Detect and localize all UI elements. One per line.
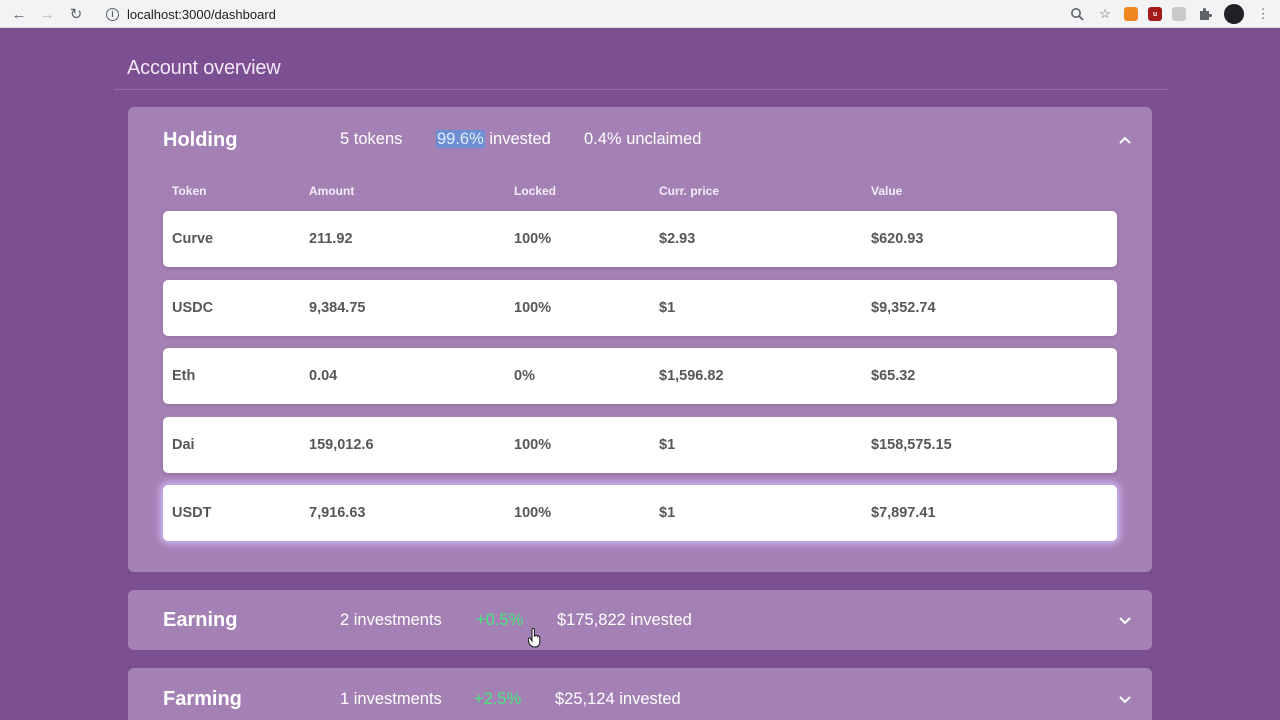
token-locked: 100%	[514, 300, 552, 316]
investment-count: 1 investments	[340, 690, 442, 708]
invested-stat: 99.6% invested	[436, 130, 551, 149]
change-percentage: +0.5%	[476, 611, 524, 629]
token-price: $1	[659, 437, 676, 453]
metamask-extension-icon[interactable]	[1124, 7, 1138, 21]
token-value: $9,352.74	[871, 300, 936, 316]
token-price: $1	[659, 300, 676, 316]
token-locked: 0%	[514, 368, 535, 384]
profile-avatar[interactable]	[1224, 4, 1244, 24]
ublock-extension-icon[interactable]: u	[1148, 7, 1162, 21]
table-row[interactable]: Curve 211.92 100% $2.93 $620.93	[163, 211, 1117, 267]
holding-panel-header[interactable]: Holding 5 tokens 99.6% invested 0.4% unc…	[128, 107, 1152, 171]
address-bar[interactable]: i localhost:3000/dashboard	[98, 3, 1100, 25]
token-name: USDC	[172, 300, 214, 316]
url-text: localhost:3000/dashboard	[127, 6, 276, 22]
chevron-down-icon[interactable]	[1118, 693, 1132, 707]
investment-count: 2 investments	[340, 611, 442, 629]
extensions-puzzle-icon[interactable]	[1196, 5, 1214, 23]
table-row[interactable]: Dai 159,012.6 100% $1 $158,575.15	[163, 417, 1117, 473]
reload-icon[interactable]: ↻	[62, 0, 90, 28]
token-price: $1,596.82	[659, 368, 724, 384]
column-header-value: Value	[871, 184, 903, 198]
token-count: 5 tokens	[340, 130, 403, 148]
invested-label: invested	[484, 130, 551, 148]
token-name: Dai	[172, 437, 195, 453]
token-price: $2.93	[659, 231, 696, 247]
page-title: Account overview	[127, 57, 281, 79]
token-value: $65.32	[871, 368, 916, 384]
token-locked: 100%	[514, 437, 552, 453]
earning-panel[interactable]: Earning 2 investments +0.5% $175,822 inv…	[128, 590, 1152, 650]
token-name: USDT	[172, 505, 212, 521]
holding-panel: Holding 5 tokens 99.6% invested 0.4% unc…	[128, 107, 1152, 572]
invested-percentage: 99.6%	[436, 130, 485, 148]
table-row[interactable]: USDC 9,384.75 100% $1 $9,352.74	[163, 280, 1117, 336]
token-value: $158,575.15	[871, 437, 952, 453]
column-header-amount: Amount	[309, 184, 355, 198]
change-percentage: +2.5%	[474, 690, 522, 708]
token-amount: 7,916.63	[309, 505, 366, 521]
token-price: $1	[659, 505, 676, 521]
table-row[interactable]: Eth 0.04 0% $1,596.82 $65.32	[163, 348, 1117, 404]
hand-cursor-icon	[528, 628, 541, 648]
site-info-icon[interactable]: i	[106, 7, 119, 21]
back-icon[interactable]: ←	[5, 0, 33, 28]
unclaimed-stat: 0.4% unclaimed	[584, 130, 702, 148]
token-value: $620.93	[871, 231, 924, 247]
chevron-down-icon[interactable]	[1118, 614, 1132, 628]
forward-icon[interactable]: →	[33, 0, 61, 28]
token-locked: 100%	[514, 505, 552, 521]
invested-amount: $25,124 invested	[555, 690, 681, 708]
farming-panel[interactable]: Farming 1 investments +2.5% $25,124 inve…	[128, 668, 1152, 720]
panel-title: Holding	[163, 129, 238, 151]
column-header-price: Curr. price	[659, 184, 720, 198]
chevron-up-icon[interactable]	[1118, 133, 1132, 147]
header-divider	[114, 89, 1168, 90]
panel-title: Earning	[163, 609, 238, 631]
token-name: Eth	[172, 368, 196, 384]
zoom-icon[interactable]	[1068, 5, 1086, 23]
column-header-locked: Locked	[514, 184, 557, 198]
table-row[interactable]: USDT 7,916.63 100% $1 $7,897.41	[163, 485, 1117, 541]
bookmark-star-icon[interactable]: ☆	[1096, 5, 1114, 23]
token-amount: 211.92	[309, 231, 353, 247]
token-amount: 0.04	[309, 368, 338, 384]
invested-amount: $175,822 invested	[557, 611, 692, 629]
token-amount: 9,384.75	[309, 300, 366, 316]
panel-title: Farming	[163, 688, 242, 710]
extension-icon[interactable]	[1172, 7, 1186, 21]
token-amount: 159,012.6	[309, 437, 374, 453]
token-value: $7,897.41	[871, 505, 936, 521]
token-locked: 100%	[514, 231, 552, 247]
token-name: Curve	[172, 231, 214, 247]
column-header-token: Token	[172, 184, 207, 198]
menu-kebab-icon[interactable]: ⋮	[1254, 5, 1272, 23]
browser-toolbar: ← → ↻ i localhost:3000/dashboard ☆ u ⋮	[0, 0, 1280, 28]
